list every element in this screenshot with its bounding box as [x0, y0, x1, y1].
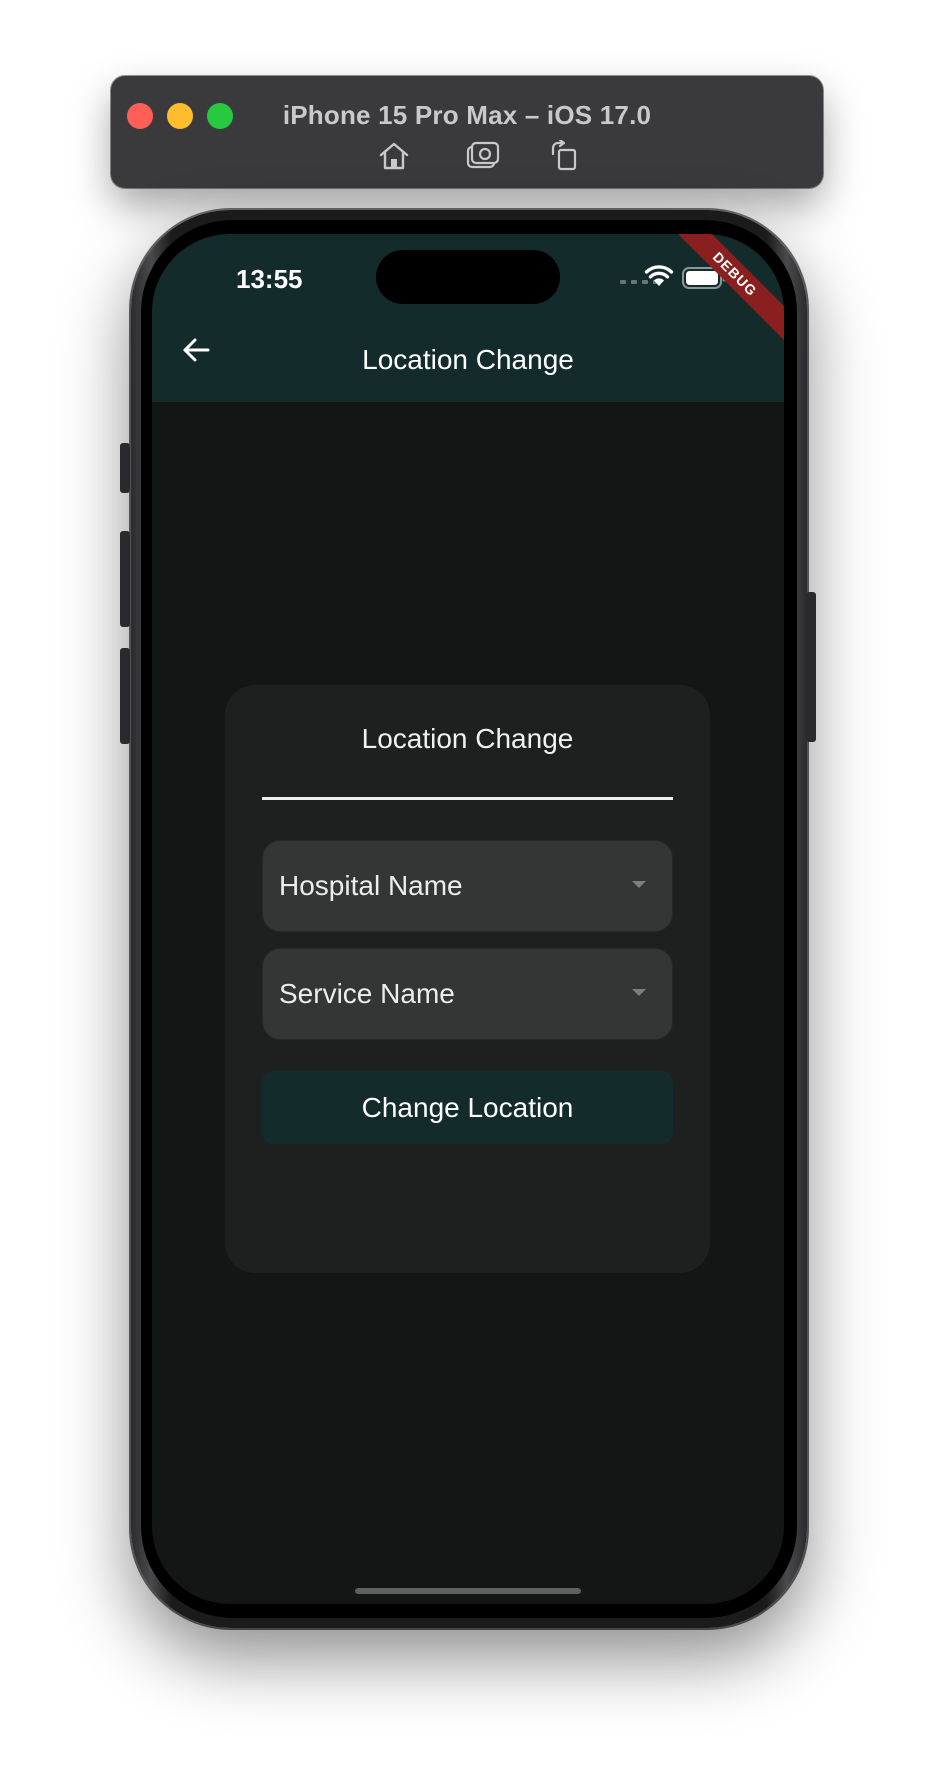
change-location-button[interactable]: Change Location	[262, 1071, 673, 1144]
dropdown-arrow-icon	[632, 989, 646, 996]
card-title: Location Change	[361, 723, 574, 754]
volume-down-button	[120, 648, 130, 744]
simulator-stage: iPhone 15 Pro Max – iOS 17.0 13:55 DEBUG…	[0, 0, 936, 1778]
device-screen: 13:55 DEBUG Location Change Location Cha…	[152, 234, 784, 1604]
home-button[interactable]	[374, 136, 414, 176]
hospital-name-placeholder: Hospital Name	[279, 870, 463, 901]
location-change-card: Location Change Hospital Name Service Na…	[225, 685, 710, 1273]
simulator-toolbar: iPhone 15 Pro Max – iOS 17.0	[111, 76, 823, 188]
screenshot-button[interactable]	[463, 136, 503, 176]
dynamic-island	[376, 250, 560, 304]
home-indicator[interactable]	[355, 1588, 581, 1594]
app-bar: 13:55 DEBUG Location Change	[152, 234, 784, 402]
dropdown-arrow-icon	[632, 881, 646, 888]
volume-up-button	[120, 531, 130, 627]
power-button	[806, 592, 816, 742]
debug-banner: DEBUG	[659, 234, 784, 350]
title-divider	[262, 797, 673, 800]
home-icon	[379, 142, 409, 170]
simulator-title: iPhone 15 Pro Max – iOS 17.0	[282, 100, 652, 130]
action-button	[120, 443, 130, 493]
wifi-icon	[644, 265, 674, 286]
rotate-icon	[551, 140, 577, 171]
screenshot-icon	[466, 141, 500, 169]
page-title: Location Change	[362, 344, 574, 375]
hospital-name-dropdown[interactable]: Hospital Name	[262, 840, 673, 932]
service-name-placeholder: Service Name	[279, 978, 455, 1009]
service-name-dropdown[interactable]: Service Name	[262, 948, 673, 1040]
status-time: 13:55	[236, 264, 303, 294]
rotate-button[interactable]	[544, 136, 584, 176]
